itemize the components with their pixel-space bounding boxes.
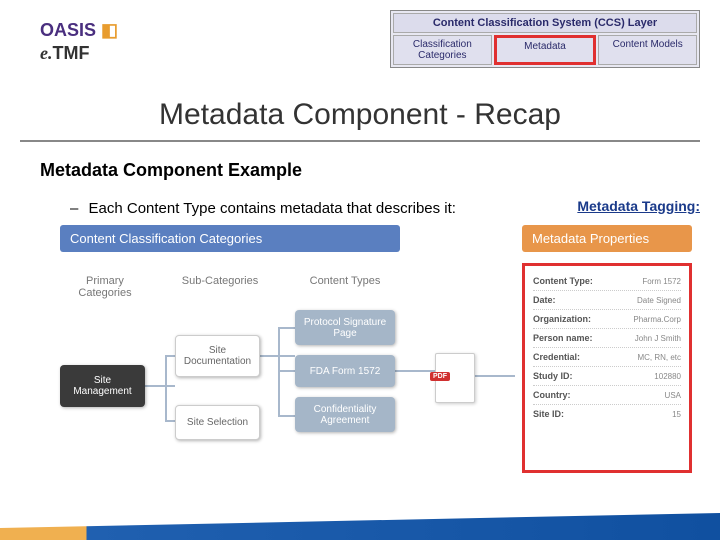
subtitle: Metadata Component Example <box>40 160 302 181</box>
meta-value: Pharma.Corp <box>633 315 681 324</box>
meta-value: 102880 <box>654 372 681 381</box>
connector <box>165 420 175 422</box>
meta-value: 15 <box>672 410 681 419</box>
meta-label: Site ID: <box>533 409 564 419</box>
diagram-area: Content Classification Categories Metada… <box>60 225 700 500</box>
box-site-documentation: Site Documentation <box>175 335 260 377</box>
ccs-cell-models: Content Models <box>598 35 697 65</box>
meta-label: Organization: <box>533 314 591 324</box>
meta-value: USA <box>665 391 681 400</box>
meta-label: Credential: <box>533 352 580 362</box>
meta-value: MC, RN, etc <box>637 353 681 362</box>
col-header-types: Content Types <box>290 275 400 287</box>
meta-value: Form 1572 <box>642 277 681 286</box>
connector <box>165 355 175 357</box>
meta-row: Site ID: 15 <box>533 405 681 423</box>
etmf-prefix: e. <box>40 43 53 63</box>
box-protocol-signature: Protocol Signature Page <box>295 310 395 345</box>
pdf-badge: PDF <box>430 372 450 381</box>
pdf-icon: PDF <box>435 353 475 403</box>
connector <box>165 355 167 420</box>
box-site-management: Site Management <box>60 365 145 407</box>
oasis-icon: ◧ <box>101 20 118 40</box>
meta-row: Study ID: 102880 <box>533 367 681 386</box>
box-confidentiality: Confidentiality Agreement <box>295 397 395 432</box>
tagging-label: Metadata Tagging: <box>577 198 700 214</box>
oasis-text: OASIS <box>40 20 96 40</box>
meta-row: Person name: John J Smith <box>533 329 681 348</box>
meta-label: Person name: <box>533 333 593 343</box>
connector <box>278 370 295 372</box>
footer-decoration <box>0 510 720 540</box>
ccs-cell-metadata: Metadata <box>494 35 597 65</box>
meta-row: Organization: Pharma.Corp <box>533 310 681 329</box>
connector <box>395 370 435 372</box>
meta-value: John J Smith <box>635 334 681 343</box>
logo-area: OASIS ◧ e.TMF <box>40 20 118 64</box>
col-header-primary: Primary Categories <box>60 275 150 299</box>
box-site-selection: Site Selection <box>175 405 260 440</box>
connector <box>145 385 175 387</box>
bullet-dash: – <box>70 200 78 217</box>
box-fda-form: FDA Form 1572 <box>295 355 395 387</box>
etmf-logo: e.TMF <box>40 43 118 64</box>
meta-label: Study ID: <box>533 371 573 381</box>
meta-row: Content Type: Form 1572 <box>533 272 681 291</box>
ccs-layer-box: Content Classification System (CCS) Laye… <box>390 10 700 68</box>
pdf-page: PDF <box>435 353 475 403</box>
connector <box>278 327 295 329</box>
ccs-title: Content Classification System (CCS) Laye… <box>393 13 697 33</box>
meta-row: Credential: MC, RN, etc <box>533 348 681 367</box>
etmf-main: TMF <box>53 43 90 63</box>
meta-value: Date Signed <box>637 296 681 305</box>
meta-row: Date: Date Signed <box>533 291 681 310</box>
meta-row: Country: USA <box>533 386 681 405</box>
bullet-text: Each Content Type contains metadata that… <box>89 200 456 217</box>
ccc-banner: Content Classification Categories <box>60 225 400 252</box>
ccs-row: Classification Categories Metadata Conte… <box>393 35 697 65</box>
meta-label: Content Type: <box>533 276 593 286</box>
mp-banner: Metadata Properties <box>522 225 692 252</box>
meta-label: Date: <box>533 295 556 305</box>
meta-label: Country: <box>533 390 571 400</box>
slide-header: OASIS ◧ e.TMF Content Classification Sys… <box>10 10 710 90</box>
connector <box>278 415 295 417</box>
metadata-panel: Content Type:Form 1572 Date:Date Signed … <box>522 263 692 473</box>
oasis-logo: OASIS ◧ <box>40 20 118 41</box>
title-rule <box>20 140 700 142</box>
page-title: Metadata Component - Recap <box>0 98 720 132</box>
col-header-sub: Sub-Categories <box>170 275 270 287</box>
ccs-cell-categories: Classification Categories <box>393 35 492 65</box>
connector <box>475 375 515 377</box>
